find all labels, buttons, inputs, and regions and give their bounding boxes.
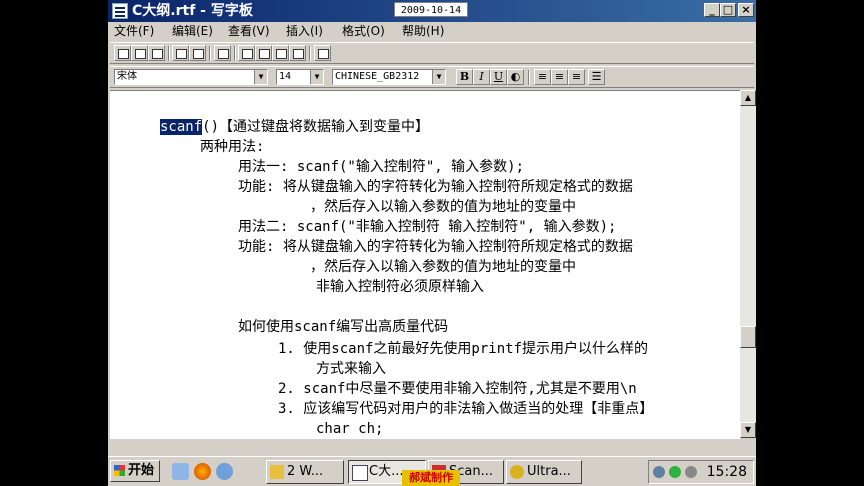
menu-format[interactable]: 格式(O) xyxy=(342,23,385,39)
doc-line[interactable]: 用法一: scanf("输入控制符", 输入参数); xyxy=(238,157,524,177)
system-tray: 15:28 xyxy=(648,460,754,484)
minimize-button[interactable]: _ xyxy=(704,3,720,17)
doc-line[interactable]: 如何使用scanf编写出高质量代码 xyxy=(238,317,448,337)
menu-bar: 文件(F) 编辑(E) 查看(V) 插入(I) 格式(O) 帮助(H) xyxy=(108,22,756,40)
document-area[interactable]: scanf()【通过键盘将数据输入到变量中】 两种用法: 用法一: scanf(… xyxy=(110,90,740,439)
doc-line[interactable]: ，然后存入以输入参数的值为地址的变量中 xyxy=(310,257,576,277)
color-icon[interactable]: ◐ xyxy=(507,69,524,85)
windows-flag-icon xyxy=(114,465,125,476)
doc-line[interactable]: char ch; xyxy=(316,419,383,439)
new-icon[interactable] xyxy=(114,45,131,61)
doc-line[interactable]: 2. scanf中尽量不要使用非输入控制符,尤其是不要用\n xyxy=(278,379,637,399)
doc-line[interactable]: 用法二: scanf("非输入控制符 输入控制符", 输入参数); xyxy=(238,217,616,237)
title-bar[interactable]: C大纲.rtf - 写字板 2009-10-14 _ □ × xyxy=(108,0,756,22)
undo-icon[interactable] xyxy=(289,45,306,61)
doc-line[interactable]: 两种用法: xyxy=(200,137,264,157)
toolbar-separator xyxy=(234,46,236,61)
toolbar-separator xyxy=(309,46,311,61)
standard-toolbar xyxy=(110,42,754,64)
doc-line[interactable]: 方式来输入 xyxy=(316,359,386,379)
script-select[interactable]: CHINESE_GB2312 ▼ xyxy=(332,69,446,85)
scroll-up-icon[interactable]: ▲ xyxy=(740,90,756,106)
chevron-down-icon[interactable]: ▼ xyxy=(432,70,445,84)
start-label: 开始 xyxy=(128,463,155,478)
paste-icon[interactable] xyxy=(272,45,289,61)
print-preview-icon[interactable] xyxy=(189,45,206,61)
align-right-icon[interactable]: ≡ xyxy=(568,69,585,85)
start-button[interactable]: 开始 xyxy=(110,460,160,482)
script-value: CHINESE_GB2312 xyxy=(335,71,420,82)
task-ultraedit[interactable]: Ultra... xyxy=(506,460,582,484)
menu-file[interactable]: 文件(F) xyxy=(114,23,154,39)
wordpad-app-icon[interactable] xyxy=(112,3,128,19)
wordpad-window: C大纲.rtf - 写字板 2009-10-14 _ □ × 文件(F) 编辑(… xyxy=(108,0,756,486)
copy-icon[interactable] xyxy=(255,45,272,61)
font-name-select[interactable]: 宋体 ▼ xyxy=(114,69,268,85)
task-label: 2 W... xyxy=(287,464,324,479)
doc-line[interactable]: 3. 应该编写代码对用户的非法输入做适当的处理【非重点】 xyxy=(278,399,653,419)
folder-icon xyxy=(270,465,284,479)
close-button[interactable]: × xyxy=(738,3,754,17)
align-left-icon[interactable]: ≡ xyxy=(534,69,551,85)
open-icon[interactable] xyxy=(131,45,148,61)
clock[interactable]: 15:28 xyxy=(707,462,747,482)
toolbar-separator xyxy=(209,46,211,61)
task-label: C大... xyxy=(369,464,404,479)
maximize-button[interactable]: □ xyxy=(720,3,736,17)
task-label: Ultra... xyxy=(527,464,571,479)
firefox-icon[interactable] xyxy=(194,463,211,480)
show-desktop-icon[interactable] xyxy=(172,463,189,480)
print-icon[interactable] xyxy=(172,45,189,61)
font-size-select[interactable]: 14 ▼ xyxy=(276,69,324,85)
doc-line-text: ()【通过键盘将数据输入到变量中】 xyxy=(202,119,430,135)
font-name-value: 宋体 xyxy=(117,71,137,82)
network-icon[interactable] xyxy=(653,466,665,478)
bullets-icon[interactable]: ☰ xyxy=(588,69,605,85)
font-size-value: 14 xyxy=(279,71,292,82)
bold-button[interactable]: B xyxy=(456,69,473,85)
menu-help[interactable]: 帮助(H) xyxy=(402,23,444,39)
cut-icon[interactable] xyxy=(238,45,255,61)
datetime-icon[interactable] xyxy=(314,45,331,61)
window-title: C大纲.rtf - 写字板 xyxy=(132,3,253,19)
format-toolbar: 宋体 ▼ 14 ▼ CHINESE_GB2312 ▼ B I U ◐ ≡ ≡ ≡… xyxy=(110,66,754,88)
chevron-down-icon[interactable]: ▼ xyxy=(310,70,323,84)
doc-line[interactable]: 功能: 将从键盘输入的字符转化为输入控制符所规定格式的数据 xyxy=(238,237,633,257)
status-icon[interactable] xyxy=(669,466,681,478)
chevron-down-icon[interactable]: ▼ xyxy=(254,70,267,84)
doc-line[interactable]: 1. 使用scanf之前最好先使用printf提示用户以什么样的 xyxy=(278,339,648,359)
doc-line[interactable]: scanf()【通过键盘将数据输入到变量中】 xyxy=(160,117,429,137)
watermark: 郝斌制作 xyxy=(402,470,460,486)
doc-line[interactable]: 非输入控制符必须原样输入 xyxy=(316,277,484,297)
menu-edit[interactable]: 编辑(E) xyxy=(172,23,213,39)
selected-text[interactable]: scanf xyxy=(160,119,203,135)
scroll-thumb[interactable] xyxy=(740,326,756,348)
task-folder-group[interactable]: 2 W... xyxy=(266,460,344,484)
scroll-down-icon[interactable]: ▼ xyxy=(740,422,756,438)
toolbar-separator xyxy=(168,46,170,61)
underline-button[interactable]: U xyxy=(490,69,507,85)
menu-view[interactable]: 查看(V) xyxy=(228,23,270,39)
save-icon[interactable] xyxy=(148,45,165,61)
align-center-icon[interactable]: ≡ xyxy=(551,69,568,85)
toolbar-separator xyxy=(528,70,530,85)
volume-icon[interactable] xyxy=(685,466,697,478)
doc-line[interactable]: 功能: 将从键盘输入的字符转化为输入控制符所规定格式的数据 xyxy=(238,177,633,197)
vertical-scrollbar[interactable]: ▲ ▼ xyxy=(740,90,756,438)
date-badge: 2009-10-14 xyxy=(394,2,468,17)
doc-line[interactable]: ，然后存入以输入参数的值为地址的变量中 xyxy=(310,197,576,217)
ultraedit-icon xyxy=(510,465,524,479)
ie-icon[interactable] xyxy=(216,463,233,480)
wordpad-icon xyxy=(352,465,368,481)
menu-insert[interactable]: 插入(I) xyxy=(286,23,323,39)
italic-button[interactable]: I xyxy=(473,69,490,85)
find-icon[interactable] xyxy=(214,45,231,61)
